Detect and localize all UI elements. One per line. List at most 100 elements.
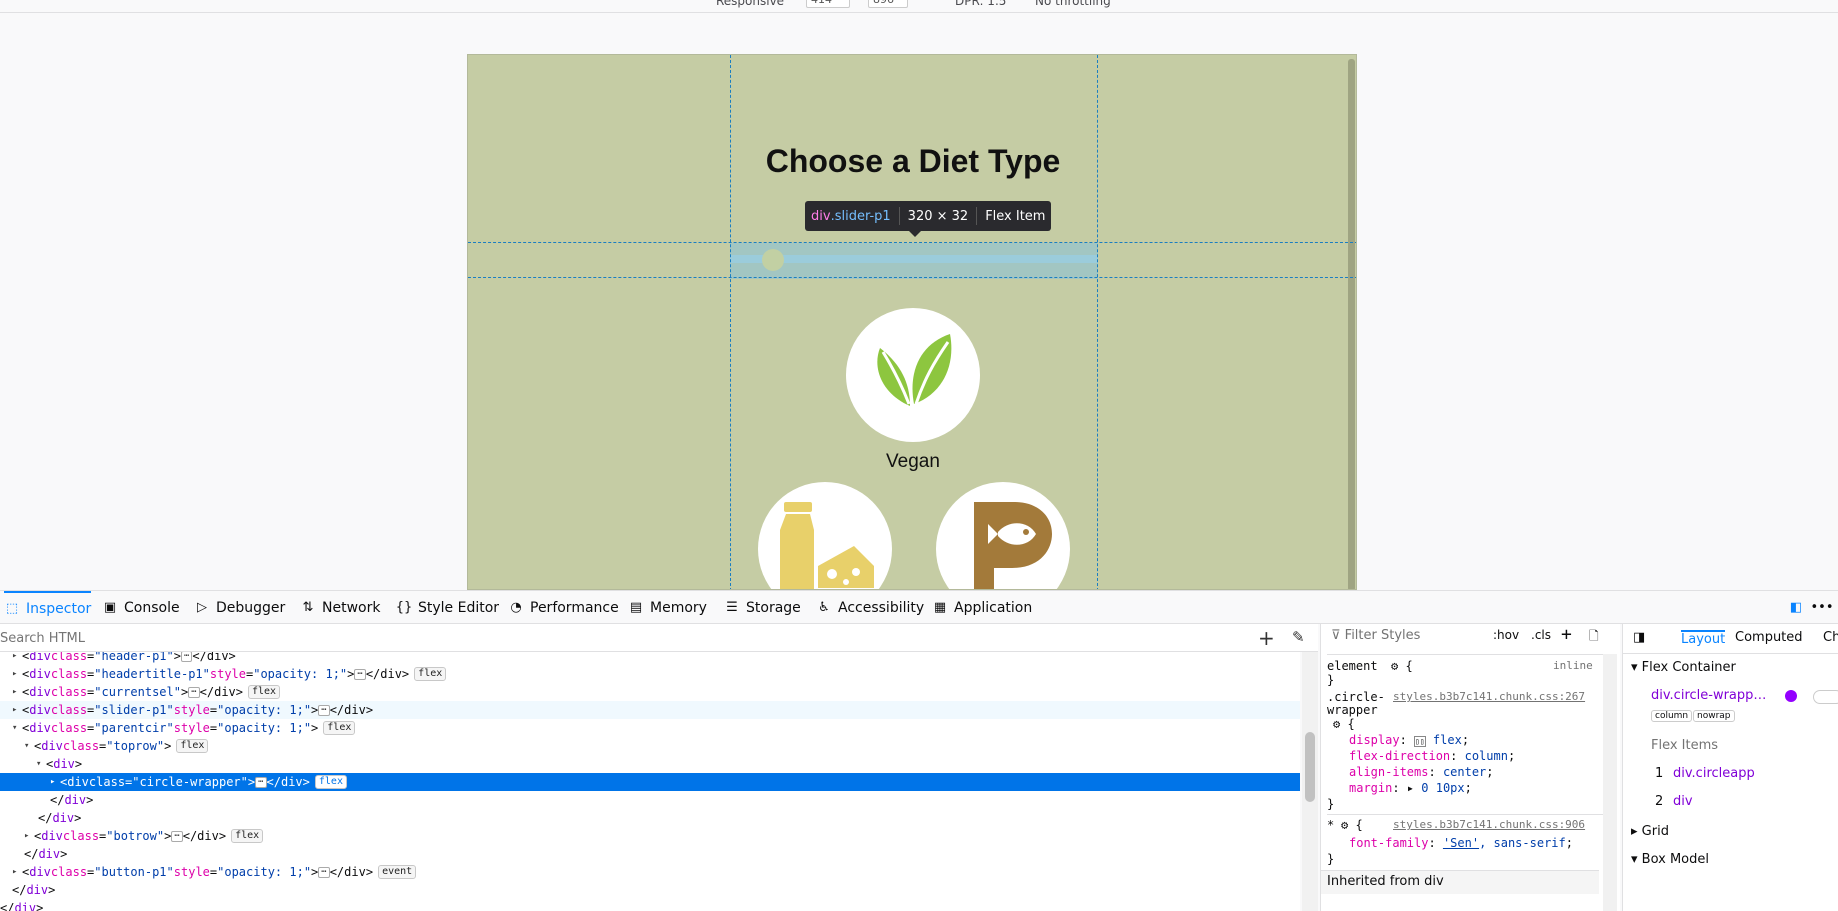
tab-debugger[interactable]: ▷ Debugger: [194, 591, 285, 624]
inherited-header: Inherited from div: [1327, 874, 1444, 889]
rules-scrollbar[interactable]: [1603, 654, 1617, 911]
stylesheet-link[interactable]: styles.b3b7c141.chunk.css:267: [1393, 690, 1585, 703]
tab-network[interactable]: ⇅ Network: [300, 591, 381, 624]
element-selector: element: [1327, 659, 1378, 673]
eyedropper-icon[interactable]: ✎: [1292, 628, 1305, 646]
network-icon: ⇅: [302, 600, 314, 615]
tab-label: Style Editor: [418, 599, 500, 616]
tab-storage[interactable]: ☰ Storage: [724, 591, 801, 624]
stylesheet-link[interactable]: styles.b3b7c141.chunk.css:906: [1393, 818, 1585, 831]
tab-label: Debugger: [216, 599, 286, 616]
tab-accessibility[interactable]: ♿ Accessibility: [816, 591, 924, 624]
application-icon: ▦: [933, 600, 947, 615]
tab-label: Console: [124, 599, 180, 616]
markup-line-close-div[interactable]: </div >: [0, 899, 1300, 911]
fish-p-icon: [974, 502, 1052, 589]
filter-styles-input[interactable]: ⊽ Filter Styles: [1331, 628, 1420, 643]
markup-line-close-div[interactable]: </div >: [50, 791, 1300, 809]
tooltip-class: .slider-p1: [830, 208, 891, 224]
tab-label: Inspector: [26, 600, 92, 617]
markup-line-parentcir[interactable]: ▾ < div class = "parentcir" style = "opacity: …: [12, 719, 1300, 737]
tooltip-size: 320 × 32: [907, 208, 969, 224]
hov-toggle[interactable]: :hov: [1493, 628, 1519, 642]
diet-slider-thumb[interactable]: [762, 249, 784, 271]
throttle-select[interactable]: No throttling: [1035, 0, 1111, 8]
more-icon: •••: [1810, 600, 1834, 615]
markup-scrollbar[interactable]: [1302, 652, 1318, 911]
flex-guide-right: [1097, 55, 1098, 589]
print-media-icon[interactable]: 🗋: [1589, 627, 1599, 648]
markup-line-botrow[interactable]: ▸ < div class = "botrow" > ⋯ </div> flex: [24, 827, 1300, 845]
tab-computed[interactable]: Computed: [1735, 630, 1803, 645]
markup-view: ▸ < div class = "header-p1" > ⋯ </div> ▸ < div cl…: [0, 652, 1300, 911]
tab-style-editor[interactable]: {} Style Editor: [396, 591, 499, 624]
add-rule-icon[interactable]: +: [1561, 624, 1572, 645]
tab-memory[interactable]: ▤ Memory: [628, 591, 707, 624]
decl-display[interactable]: display: ▯▯ flex;: [1349, 733, 1469, 747]
tab-layout[interactable]: Layout: [1681, 630, 1726, 647]
markup-line-toprow[interactable]: ▾ < div class = "toprow" > flex: [24, 737, 1300, 755]
accessibility-icon: ♿: [818, 600, 830, 615]
page-title: Choose a Diet Type: [765, 143, 1061, 179]
flex-items-header: Flex Items: [1651, 738, 1719, 753]
vegan-option[interactable]: [846, 308, 980, 442]
markup-line-headertitle[interactable]: ▸ < div class = "headertitle-p1" style = "opac…: [12, 665, 1300, 683]
markup-line-div[interactable]: ▾ < div >: [36, 755, 1300, 773]
cls-toggle[interactable]: .cls: [1531, 628, 1551, 642]
leaf-icon: [877, 334, 952, 406]
layout-panel: ◨ Layout Computed Ch ▾ Flex Container di…: [1622, 624, 1838, 911]
decl-align-items[interactable]: align-items: center;: [1349, 765, 1494, 779]
box-model-header[interactable]: ▾ Box Model: [1631, 852, 1709, 867]
flex-container-header[interactable]: ▾ Flex Container: [1631, 660, 1736, 675]
memory-icon: ▤: [629, 600, 643, 615]
markup-line-close-div[interactable]: </div >: [24, 845, 1300, 863]
gear-icon[interactable]: ⚙ {: [1391, 659, 1413, 673]
flex-item-circleapp[interactable]: div.circleapp: [1673, 766, 1755, 781]
tab-changes[interactable]: Ch: [1823, 630, 1838, 645]
tab-inspector[interactable]: ⬚ Inspector: [4, 591, 92, 624]
page-viewport: Choose a Diet Type div .slider-p1 320 × 3…: [467, 54, 1357, 590]
tooltip-tag: div: [811, 208, 831, 224]
tab-label: Performance: [530, 599, 619, 616]
storage-icon: ☰: [726, 600, 738, 615]
markup-line-header[interactable]: ▸ < div class = "header-p1" > ⋯ </div>: [12, 652, 1300, 665]
tab-label: Accessibility: [838, 599, 925, 616]
markup-line-close-div[interactable]: </div >: [38, 809, 1300, 827]
toggle-sidebar-icon[interactable]: ◨: [1633, 630, 1645, 645]
chip-nowrap: nowrap: [1693, 710, 1735, 722]
search-html-input[interactable]: [0, 628, 1200, 648]
flex-item-div[interactable]: div: [1673, 794, 1693, 809]
flex-color-swatch[interactable]: [1785, 690, 1797, 702]
viewport-scrollbar[interactable]: [1348, 59, 1355, 589]
decl-flex-direction[interactable]: flex-direction: column;: [1349, 749, 1515, 763]
markup-line-circle-wrapper[interactable]: ▸ < div class = "circle-wrapper" > ⋯ </div> flex: [0, 773, 1300, 791]
gear-icon[interactable]: ⚙ {: [1341, 818, 1363, 832]
vegetarian-option[interactable]: [758, 482, 892, 589]
height-input[interactable]: 896: [868, 0, 908, 8]
inspector-icon: ⬚: [5, 601, 19, 616]
grid-header[interactable]: ▸ Grid: [1631, 824, 1669, 839]
tab-console[interactable]: ▣ Console: [102, 591, 180, 624]
gear-icon[interactable]: ⚙ {: [1333, 717, 1355, 731]
add-node-icon[interactable]: +: [1258, 626, 1275, 650]
tab-performance[interactable]: ◔ Performance: [508, 591, 619, 624]
markup-line-close-div[interactable]: </div >: [12, 881, 1300, 899]
performance-icon: ◔: [510, 600, 522, 615]
pescatarian-option[interactable]: [936, 482, 1070, 589]
markup-line-currentsel[interactable]: ▸ < div class = "currentsel" > ⋯ </div> flex: [12, 683, 1300, 701]
markup-line-slider[interactable]: ▸ < div class = "slider-p1" style = "opacity: …: [0, 701, 1300, 719]
width-input[interactable]: 414: [806, 0, 850, 8]
diet-slider-track[interactable]: [730, 255, 1098, 263]
markup-line-button[interactable]: ▸ < div class = "button-p1" style = "opacity: …: [12, 863, 1300, 881]
flex-container-node[interactable]: div.circle-wrapp…: [1651, 688, 1766, 703]
style-editor-icon: {}: [395, 600, 413, 615]
decl-font-family[interactable]: font-family: 'Sen', sans-serif;: [1349, 836, 1573, 850]
decl-margin[interactable]: margin: ▸ 0 10px;: [1349, 781, 1472, 795]
tab-application[interactable]: ▦ Application: [932, 591, 1032, 624]
responsive-select[interactable]: Responsive: [716, 0, 784, 8]
more-options-button[interactable]: •••: [1810, 591, 1834, 624]
flex-highlight-toggle[interactable]: [1813, 690, 1838, 704]
vegan-label: Vegan: [886, 451, 940, 472]
dpr-select[interactable]: DPR: 1.5: [955, 0, 1006, 8]
dock-side-button[interactable]: ◧: [1788, 591, 1804, 624]
